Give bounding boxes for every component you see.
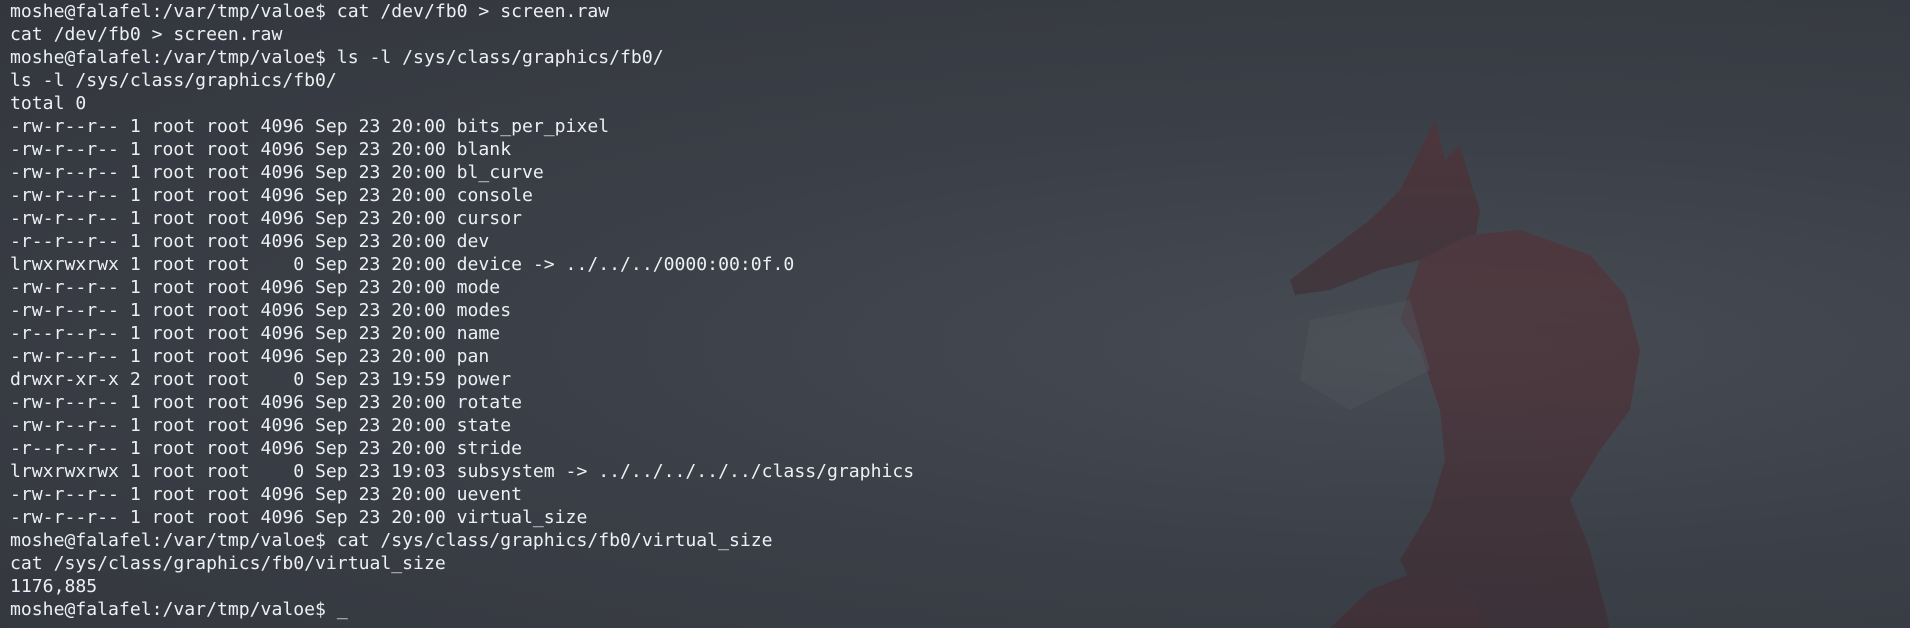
terminal-line: -r--r--r-- 1 root root 4096 Sep 23 20:00… <box>10 323 501 344</box>
terminal-line: ls -l /sys/class/graphics/fb0/ <box>10 70 337 91</box>
terminal-line: -rw-r--r-- 1 root root 4096 Sep 23 20:00… <box>10 139 512 160</box>
terminal-output[interactable]: moshe@falafel:/var/tmp/valoe$ cat /dev/f… <box>10 0 1910 628</box>
terminal-line: -rw-r--r-- 1 root root 4096 Sep 23 20:00… <box>10 300 512 321</box>
terminal-line: -r--r--r-- 1 root root 4096 Sep 23 20:00… <box>10 231 490 252</box>
terminal-line: drwxr-xr-x 2 root root 0 Sep 23 19:59 po… <box>10 369 512 390</box>
terminal-line: -rw-r--r-- 1 root root 4096 Sep 23 20:00… <box>10 484 522 505</box>
terminal-line: moshe@falafel:/var/tmp/valoe$ cat /dev/f… <box>10 1 610 22</box>
terminal-line: -rw-r--r-- 1 root root 4096 Sep 23 20:00… <box>10 415 512 436</box>
terminal-line: -rw-r--r-- 1 root root 4096 Sep 23 20:00… <box>10 162 544 183</box>
text-cursor: _ <box>336 599 348 620</box>
terminal-line: cat /dev/fb0 > screen.raw <box>10 24 283 45</box>
terminal-line: -r--r--r-- 1 root root 4096 Sep 23 20:00… <box>10 438 522 459</box>
terminal-line: 1176,885 <box>10 576 98 597</box>
terminal-line: -rw-r--r-- 1 root root 4096 Sep 23 20:00… <box>10 116 610 137</box>
terminal-line: -rw-r--r-- 1 root root 4096 Sep 23 20:00… <box>10 277 501 298</box>
terminal-line: lrwxrwxrwx 1 root root 0 Sep 23 20:00 de… <box>10 254 795 275</box>
terminal-line: moshe@falafel:/var/tmp/valoe$ ls -l /sys… <box>10 47 664 68</box>
terminal-line: cat /sys/class/graphics/fb0/virtual_size <box>10 553 446 574</box>
terminal-line: -rw-r--r-- 1 root root 4096 Sep 23 20:00… <box>10 346 490 367</box>
terminal-line: lrwxrwxrwx 1 root root 0 Sep 23 19:03 su… <box>10 461 915 482</box>
terminal-line: -rw-r--r-- 1 root root 4096 Sep 23 20:00… <box>10 208 522 229</box>
terminal-line: -rw-r--r-- 1 root root 4096 Sep 23 20:00… <box>10 392 522 413</box>
terminal-line: -rw-r--r-- 1 root root 4096 Sep 23 20:00… <box>10 507 588 528</box>
terminal-line: -rw-r--r-- 1 root root 4096 Sep 23 20:00… <box>10 185 533 206</box>
terminal-prompt-line[interactable]: moshe@falafel:/var/tmp/valoe$ _ <box>10 598 1910 621</box>
shell-prompt: moshe@falafel:/var/tmp/valoe$ <box>10 599 337 620</box>
terminal-line: total 0 <box>10 93 87 114</box>
terminal-line: moshe@falafel:/var/tmp/valoe$ cat /sys/c… <box>10 530 773 551</box>
